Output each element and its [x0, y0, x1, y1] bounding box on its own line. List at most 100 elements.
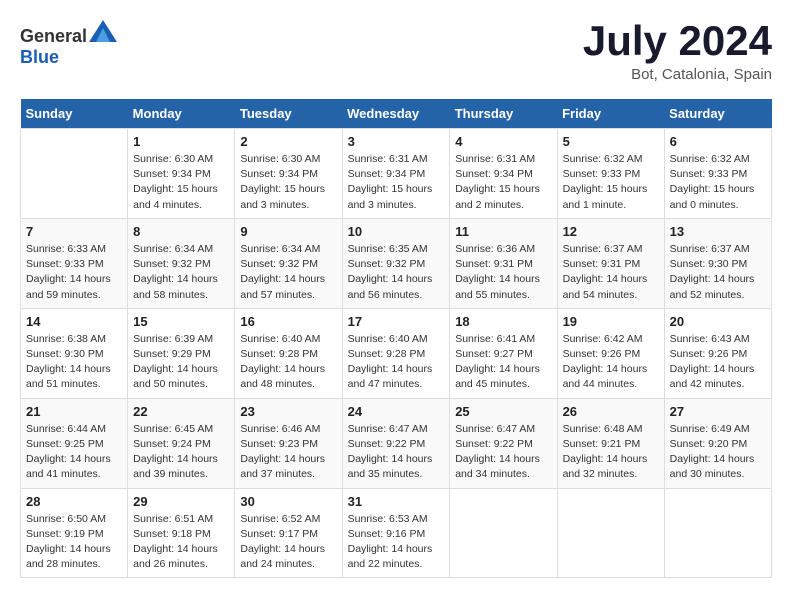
- calendar-cell: 25 Sunrise: 6:47 AMSunset: 9:22 PMDayligh…: [450, 398, 557, 488]
- calendar-cell: 14Sunrise: 6:38 AMSunset: 9:30 PMDayligh…: [21, 308, 128, 398]
- day-info: Sunrise: 6:31 AMSunset: 9:34 PMDaylight:…: [455, 152, 551, 213]
- day-info: Sunrise: 6:50 AMSunset: 9:19 PMDaylight:…: [26, 512, 122, 573]
- calendar-cell: 16 Sunrise: 6:40 AMSunset: 9:28 PMDayligh…: [235, 308, 342, 398]
- calendar-cell: 22 Sunrise: 6:45 AMSunset: 9:24 PMDayligh…: [128, 398, 235, 488]
- day-info: Sunrise: 6:39 AMSunset: 9:29 PMDaylight:…: [133, 332, 229, 393]
- weekday-header-cell: Friday: [557, 99, 664, 129]
- calendar-cell: 12 Sunrise: 6:37 AMSunset: 9:31 PMDayligh…: [557, 218, 664, 308]
- day-number: 7: [26, 224, 122, 239]
- day-info: Sunrise: 6:32 AMSunset: 9:33 PMDaylight:…: [563, 152, 659, 213]
- calendar-cell: 20Sunrise: 6:43 AMSunset: 9:26 PMDayligh…: [664, 308, 771, 398]
- day-info: Sunrise: 6:32 AMSunset: 9:33 PMDaylight:…: [670, 152, 766, 213]
- calendar-cell: [450, 488, 557, 578]
- day-number: 31: [348, 494, 445, 509]
- month-title: July 2024: [583, 20, 772, 62]
- day-info: Sunrise: 6:37 AMSunset: 9:31 PMDaylight:…: [563, 242, 659, 303]
- calendar-cell: 18Sunrise: 6:41 AMSunset: 9:27 PMDayligh…: [450, 308, 557, 398]
- day-number: 29: [133, 494, 229, 509]
- calendar-week-row: 21Sunrise: 6:44 AMSunset: 9:25 PMDayligh…: [21, 398, 772, 488]
- calendar-cell: 26 Sunrise: 6:48 AMSunset: 9:21 PMDayligh…: [557, 398, 664, 488]
- weekday-header-cell: Saturday: [664, 99, 771, 129]
- day-number: 16: [240, 314, 336, 329]
- day-number: 22: [133, 404, 229, 419]
- day-info: Sunrise: 6:51 AMSunset: 9:18 PMDaylight:…: [133, 512, 229, 573]
- calendar-cell: [664, 488, 771, 578]
- weekday-header-cell: Sunday: [21, 99, 128, 129]
- calendar-cell: 15Sunrise: 6:39 AMSunset: 9:29 PMDayligh…: [128, 308, 235, 398]
- day-number: 4: [455, 134, 551, 149]
- day-number: 27: [670, 404, 766, 419]
- day-number: 19: [563, 314, 659, 329]
- day-number: 5: [563, 134, 659, 149]
- calendar-cell: 1 Sunrise: 6:30 AMSunset: 9:34 PMDaylight…: [128, 129, 235, 219]
- day-number: 24: [348, 404, 445, 419]
- day-info: Sunrise: 6:45 AMSunset: 9:24 PMDaylight:…: [133, 422, 229, 483]
- day-number: 30: [240, 494, 336, 509]
- day-number: 10: [348, 224, 445, 239]
- calendar-week-row: 1 Sunrise: 6:30 AMSunset: 9:34 PMDaylight…: [21, 129, 772, 219]
- day-info: Sunrise: 6:33 AMSunset: 9:33 PMDaylight:…: [26, 242, 122, 303]
- calendar-cell: 27 Sunrise: 6:49 AMSunset: 9:20 PMDayligh…: [664, 398, 771, 488]
- day-number: 14: [26, 314, 122, 329]
- day-number: 28: [26, 494, 122, 509]
- day-number: 8: [133, 224, 229, 239]
- calendar-cell: 7 Sunrise: 6:33 AMSunset: 9:33 PMDaylight…: [21, 218, 128, 308]
- location: Bot, Catalonia, Spain: [583, 66, 772, 83]
- calendar-cell: 31 Sunrise: 6:53 AMSunset: 9:16 PMDayligh…: [342, 488, 450, 578]
- day-info: Sunrise: 6:34 AMSunset: 9:32 PMDaylight:…: [240, 242, 336, 303]
- day-number: 25: [455, 404, 551, 419]
- day-number: 3: [348, 134, 445, 149]
- day-number: 26: [563, 404, 659, 419]
- day-info: Sunrise: 6:52 AMSunset: 9:17 PMDaylight:…: [240, 512, 336, 573]
- logo-icon: [89, 20, 117, 42]
- day-number: 12: [563, 224, 659, 239]
- day-number: 13: [670, 224, 766, 239]
- day-info: Sunrise: 6:48 AMSunset: 9:21 PMDaylight:…: [563, 422, 659, 483]
- calendar-cell: 3Sunrise: 6:31 AMSunset: 9:34 PMDaylight…: [342, 129, 450, 219]
- calendar-week-row: 28 Sunrise: 6:50 AMSunset: 9:19 PMDayligh…: [21, 488, 772, 578]
- calendar-cell: 23 Sunrise: 6:46 AMSunset: 9:23 PMDayligh…: [235, 398, 342, 488]
- day-info: Sunrise: 6:43 AMSunset: 9:26 PMDaylight:…: [670, 332, 766, 393]
- weekday-header-cell: Tuesday: [235, 99, 342, 129]
- calendar-cell: 4 Sunrise: 6:31 AMSunset: 9:34 PMDaylight…: [450, 129, 557, 219]
- day-number: 23: [240, 404, 336, 419]
- calendar-cell: 21Sunrise: 6:44 AMSunset: 9:25 PMDayligh…: [21, 398, 128, 488]
- day-info: Sunrise: 6:40 AMSunset: 9:28 PMDaylight:…: [240, 332, 336, 393]
- day-info: Sunrise: 6:47 AMSunset: 9:22 PMDaylight:…: [455, 422, 551, 483]
- calendar-table: SundayMondayTuesdayWednesdayThursdayFrid…: [20, 99, 772, 578]
- calendar-week-row: 7 Sunrise: 6:33 AMSunset: 9:33 PMDaylight…: [21, 218, 772, 308]
- calendar-cell: 24 Sunrise: 6:47 AMSunset: 9:22 PMDayligh…: [342, 398, 450, 488]
- day-info: Sunrise: 6:40 AMSunset: 9:28 PMDaylight:…: [348, 332, 445, 393]
- day-number: 6: [670, 134, 766, 149]
- weekday-header-cell: Thursday: [450, 99, 557, 129]
- calendar-cell: 8 Sunrise: 6:34 AMSunset: 9:32 PMDaylight…: [128, 218, 235, 308]
- day-number: 2: [240, 134, 336, 149]
- day-info: Sunrise: 6:42 AMSunset: 9:26 PMDaylight:…: [563, 332, 659, 393]
- day-info: Sunrise: 6:53 AMSunset: 9:16 PMDaylight:…: [348, 512, 445, 573]
- calendar-cell: 13Sunrise: 6:37 AMSunset: 9:30 PMDayligh…: [664, 218, 771, 308]
- day-info: Sunrise: 6:35 AMSunset: 9:32 PMDaylight:…: [348, 242, 445, 303]
- day-info: Sunrise: 6:46 AMSunset: 9:23 PMDaylight:…: [240, 422, 336, 483]
- title-block: July 2024 Bot, Catalonia, Spain: [583, 20, 772, 83]
- day-number: 17: [348, 314, 445, 329]
- day-info: Sunrise: 6:30 AMSunset: 9:34 PMDaylight:…: [133, 152, 229, 213]
- day-info: Sunrise: 6:49 AMSunset: 9:20 PMDaylight:…: [670, 422, 766, 483]
- day-info: Sunrise: 6:36 AMSunset: 9:31 PMDaylight:…: [455, 242, 551, 303]
- logo-wordmark: General Blue: [20, 20, 117, 68]
- day-info: Sunrise: 6:30 AMSunset: 9:34 PMDaylight:…: [240, 152, 336, 213]
- logo: General Blue: [20, 20, 117, 68]
- day-number: 1: [133, 134, 229, 149]
- day-number: 9: [240, 224, 336, 239]
- weekday-header-cell: Wednesday: [342, 99, 450, 129]
- day-info: Sunrise: 6:47 AMSunset: 9:22 PMDaylight:…: [348, 422, 445, 483]
- calendar-week-row: 14Sunrise: 6:38 AMSunset: 9:30 PMDayligh…: [21, 308, 772, 398]
- day-number: 11: [455, 224, 551, 239]
- day-number: 18: [455, 314, 551, 329]
- calendar-cell: 17 Sunrise: 6:40 AMSunset: 9:28 PMDayligh…: [342, 308, 450, 398]
- day-number: 21: [26, 404, 122, 419]
- calendar-cell: 9 Sunrise: 6:34 AMSunset: 9:32 PMDaylight…: [235, 218, 342, 308]
- calendar-cell: 2 Sunrise: 6:30 AMSunset: 9:34 PMDaylight…: [235, 129, 342, 219]
- calendar-cell: [557, 488, 664, 578]
- calendar-cell: 29 Sunrise: 6:51 AMSunset: 9:18 PMDayligh…: [128, 488, 235, 578]
- day-info: Sunrise: 6:34 AMSunset: 9:32 PMDaylight:…: [133, 242, 229, 303]
